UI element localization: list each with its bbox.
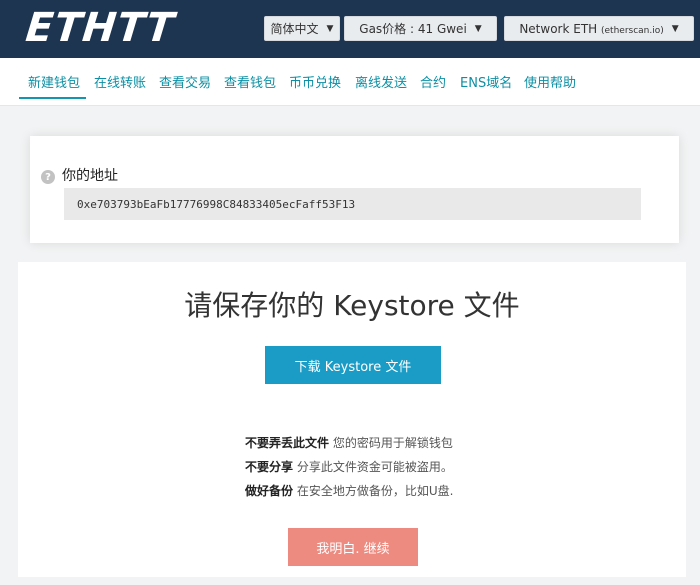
gas-price-label: Gas价格 : 41 Gwei (359, 22, 467, 36)
help-icon[interactable]: ? (41, 170, 55, 184)
warning-text: 您的密码用于解锁钱包 (329, 436, 453, 450)
chevron-down-icon: ▼ (326, 23, 334, 34)
header-bar: ETHTT 简体中文 ▼ Gas价格 : 41 Gwei ▼ Network E… (0, 0, 700, 58)
nav-item-view-tx[interactable]: 查看交易 (159, 72, 211, 91)
gas-price-dropdown[interactable]: Gas价格 : 41 Gwei ▼ (344, 16, 497, 41)
nav-item-swap[interactable]: 币币兑换 (289, 72, 341, 91)
network-sub: (etherscan.io) (601, 25, 664, 36)
address-field[interactable]: 0xe703793bEaFb17776998C84833405ecFaff53F… (64, 188, 641, 220)
nav-item-send[interactable]: 在线转账 (94, 72, 146, 91)
network-label: Network ETH (etherscan.io) (519, 22, 663, 36)
nav-item-new-wallet[interactable]: 新建钱包 (28, 72, 80, 91)
warning-bold: 做好备份 (245, 484, 294, 498)
nav-item-ens[interactable]: ENS域名 (460, 72, 512, 91)
page-title: 请保存你的 Keystore 文件 (184, 289, 520, 322)
warning-line: 做好备份 在安全地方做备份，比如U盘. (245, 482, 453, 499)
chevron-down-icon: ▼ (671, 23, 679, 34)
main-nav: 新建钱包 在线转账 查看交易 查看钱包 币币兑换 离线发送 合约 ENS域名 使… (0, 58, 700, 106)
warning-line: 不要分享 分享此文件资金可能被盗用。 (245, 458, 453, 475)
warning-line: 不要弄丢此文件 您的密码用于解锁钱包 (245, 434, 453, 451)
language-dropdown[interactable]: 简体中文 ▼ (264, 16, 340, 41)
warning-text: 分享此文件资金可能被盗用。 (293, 460, 453, 474)
address-label: 你的地址 (62, 168, 118, 184)
keystore-panel: 请保存你的 Keystore 文件 下载 Keystore 文件 不要弄丢此文件… (18, 262, 686, 577)
nav-item-view-wallet[interactable]: 查看钱包 (224, 72, 276, 91)
download-keystore-button[interactable]: 下载 Keystore 文件 (265, 346, 441, 384)
nav-item-help[interactable]: 使用帮助 (524, 72, 576, 91)
chevron-down-icon: ▼ (474, 23, 482, 34)
warning-bold: 不要弄丢此文件 (245, 436, 330, 450)
address-card: ? 你的地址 0xe703793bEaFb17776998C84833405ec… (30, 136, 679, 243)
network-main: Network ETH (519, 21, 598, 36)
active-tab-indicator (19, 97, 86, 99)
network-dropdown[interactable]: Network ETH (etherscan.io) ▼ (504, 16, 694, 41)
language-label: 简体中文 (270, 22, 319, 36)
nav-item-contracts[interactable]: 合约 (420, 72, 446, 91)
confirm-continue-button[interactable]: 我明白. 继续 (288, 528, 418, 566)
warning-text: 在安全地方做备份，比如U盘. (293, 484, 454, 498)
logo[interactable]: ETHTT (24, 5, 201, 51)
warning-bold: 不要分享 (245, 460, 294, 474)
nav-item-offline-send[interactable]: 离线发送 (355, 72, 407, 91)
